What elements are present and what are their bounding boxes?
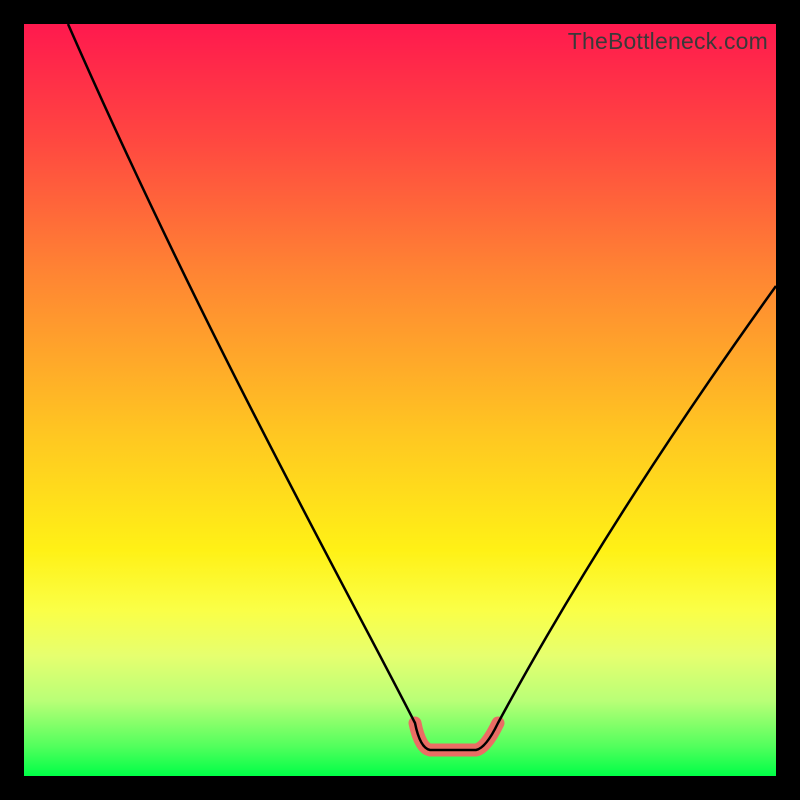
plot-area: TheBottleneck.com [24, 24, 776, 776]
main-curve [68, 24, 776, 750]
trough-highlight [415, 723, 498, 750]
bottleneck-curve [24, 24, 776, 776]
chart-frame: TheBottleneck.com [0, 0, 800, 800]
